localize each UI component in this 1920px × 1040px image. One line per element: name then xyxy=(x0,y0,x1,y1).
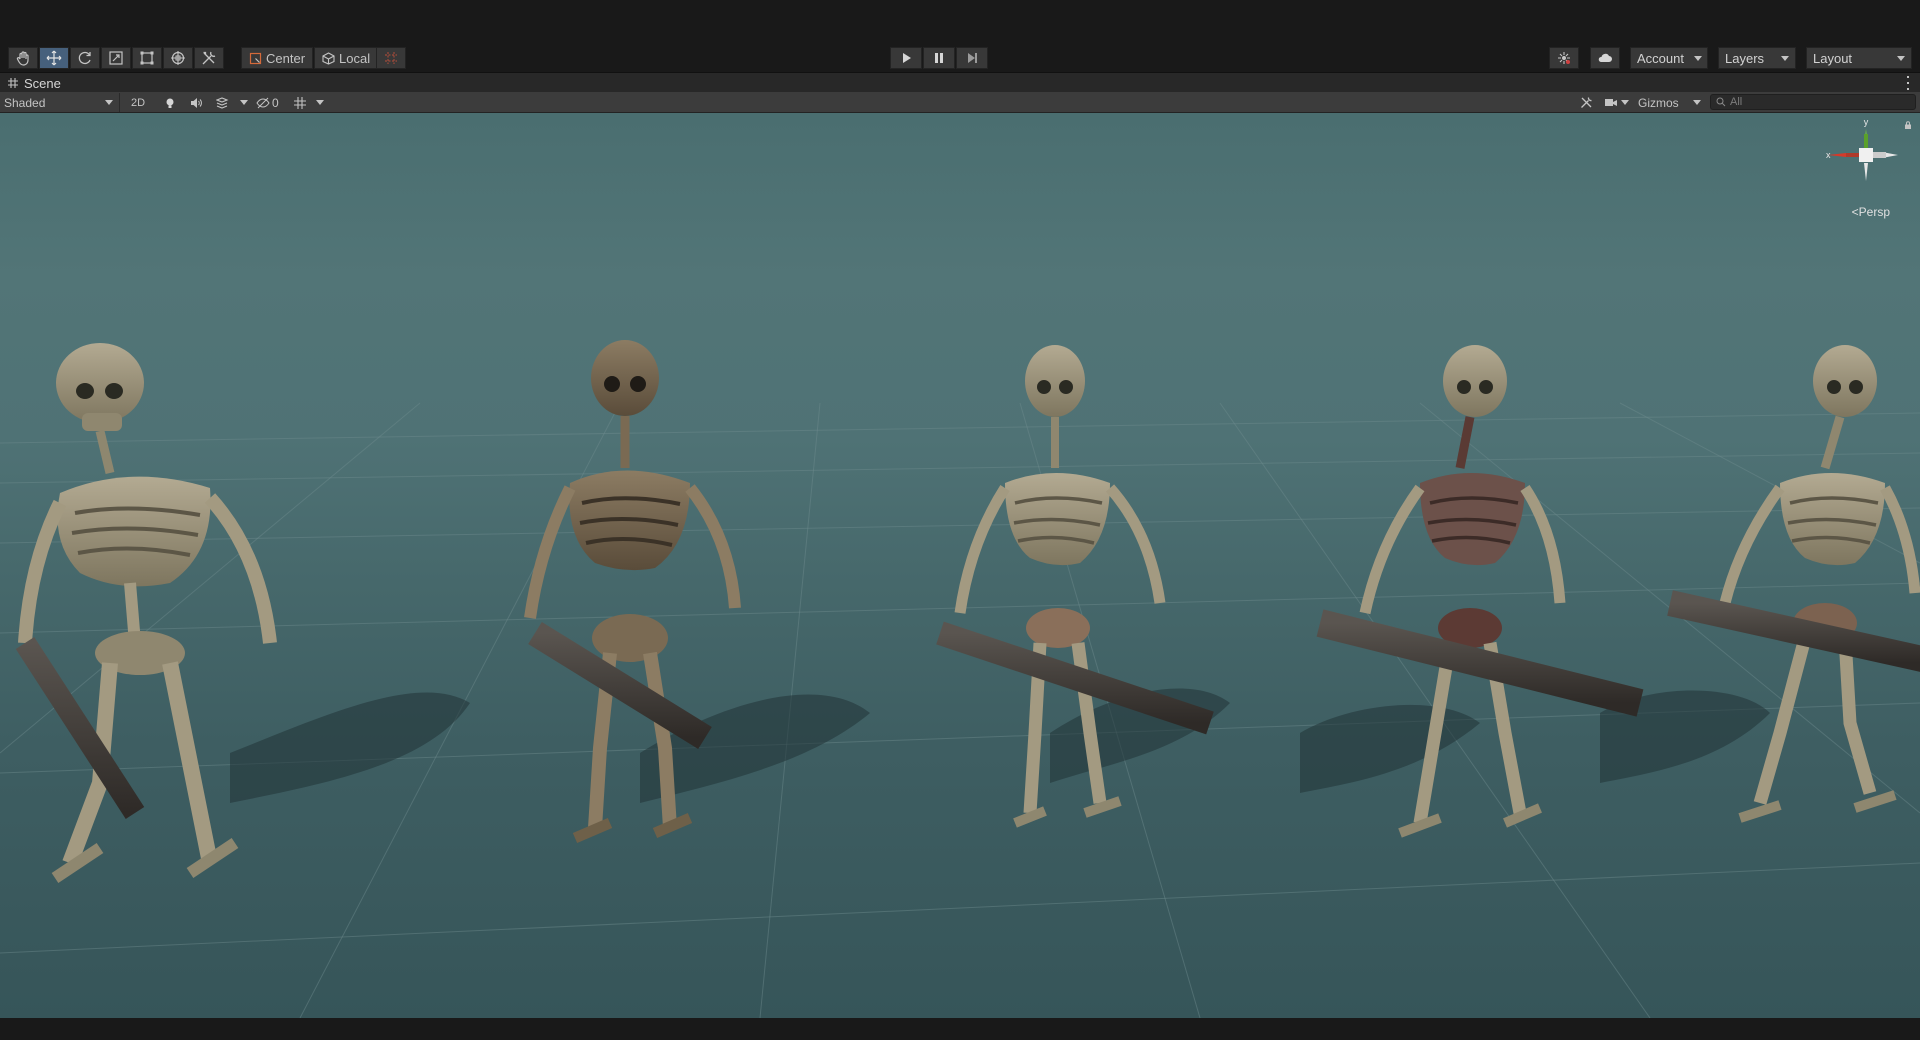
gizmos-dropdown[interactable]: Gizmos xyxy=(1638,93,1701,112)
grid-snap-group xyxy=(376,47,406,69)
move-icon xyxy=(46,50,62,66)
custom-tools-button[interactable] xyxy=(194,47,224,69)
pause-button[interactable] xyxy=(923,47,955,69)
scale-icon xyxy=(109,51,123,65)
mode-2d-label: 2D xyxy=(130,96,146,109)
chevron-down-icon xyxy=(1693,55,1702,61)
hand-tool-button[interactable] xyxy=(8,47,38,69)
grid-visibility-toggle[interactable] xyxy=(288,93,312,112)
speaker-icon xyxy=(191,97,202,108)
layout-dropdown[interactable]: Layout xyxy=(1806,47,1912,69)
scale-tool-button[interactable] xyxy=(101,47,131,69)
effects-icon xyxy=(215,96,228,109)
step-button[interactable] xyxy=(956,47,988,69)
pivot-controls: Center Local xyxy=(241,47,379,69)
layers-label: Layers xyxy=(1725,50,1765,66)
persp-chevron-icon: < xyxy=(1851,205,1859,219)
rotate-icon xyxy=(78,51,91,65)
pivot-space-toggle[interactable]: Local xyxy=(314,47,379,69)
pivot-center-toggle[interactable]: Center xyxy=(241,47,314,69)
layers-dropdown[interactable]: Layers xyxy=(1718,47,1796,69)
scene-grid-icon xyxy=(8,78,18,88)
scene-viewport[interactable]: y x <Persp xyxy=(0,113,1920,1018)
effects-dropdown[interactable] xyxy=(238,93,250,112)
space-label: Local xyxy=(339,50,371,66)
transform-tool-button[interactable] xyxy=(163,47,193,69)
grid-snap-button[interactable] xyxy=(376,47,406,69)
account-dropdown[interactable]: Account xyxy=(1630,47,1708,69)
scene-visibility-toggle[interactable]: 0 xyxy=(256,93,279,112)
pause-icon xyxy=(935,53,943,63)
grid-snap-icon xyxy=(385,52,397,64)
hidden-object-count: 0 xyxy=(272,95,279,110)
status-strip xyxy=(0,1018,1920,1040)
effects-toggle[interactable] xyxy=(210,93,234,112)
rect-tool-button[interactable] xyxy=(132,47,162,69)
scene-render xyxy=(0,340,1920,1018)
transform-icon xyxy=(171,51,185,65)
tab-scene[interactable]: Scene xyxy=(0,73,69,93)
local-space-icon xyxy=(322,51,335,65)
rotate-tool-button[interactable] xyxy=(70,47,100,69)
persp-label: Persp xyxy=(1858,205,1890,219)
projection-toggle[interactable]: <Persp xyxy=(1852,205,1890,219)
collab-icon xyxy=(1558,52,1570,64)
character-shadows xyxy=(230,688,1770,803)
chevron-down-icon xyxy=(1692,100,1701,105)
lighting-toggle[interactable] xyxy=(158,93,182,112)
services-button[interactable] xyxy=(1549,47,1579,69)
tools-icon xyxy=(202,51,216,65)
chevron-down-icon xyxy=(1897,55,1905,61)
chevron-down-icon xyxy=(1781,55,1789,61)
main-toolbar: Center Local Account Layers Layout xyxy=(0,44,1920,72)
step-icon xyxy=(968,53,977,63)
hand-icon xyxy=(16,51,29,66)
chevron-down-icon xyxy=(316,100,324,105)
play-controls xyxy=(890,47,988,69)
light-bulb-icon xyxy=(166,98,174,108)
rect-icon xyxy=(140,51,154,65)
gizmos-label: Gizmos xyxy=(1638,95,1679,110)
grid-dropdown[interactable] xyxy=(314,93,326,112)
cloud-button[interactable] xyxy=(1590,47,1620,69)
pivot-label: Center xyxy=(266,50,306,66)
audio-toggle[interactable] xyxy=(184,93,208,112)
eye-hidden-icon xyxy=(256,97,270,108)
move-tool-button[interactable] xyxy=(39,47,69,69)
layout-label: Layout xyxy=(1813,50,1853,66)
gizmo-y-label: y xyxy=(1864,119,1869,127)
scene-window-header: Scene xyxy=(0,72,1920,93)
lock-icon[interactable] xyxy=(1904,121,1912,129)
chevron-down-icon xyxy=(105,100,113,105)
shading-mode-label: Shaded xyxy=(4,95,46,110)
play-icon xyxy=(903,53,911,63)
search-icon xyxy=(1716,97,1726,107)
pivot-icon xyxy=(249,52,262,64)
scene-toolbar: Shaded 2D 0 Gizmos All xyxy=(0,92,1920,113)
camera-settings-dropdown[interactable] xyxy=(1604,93,1629,112)
shading-mode-dropdown[interactable]: Shaded xyxy=(0,93,120,112)
title-strip xyxy=(0,0,1920,44)
gizmo-x-label: x xyxy=(1826,150,1831,160)
chevron-down-icon xyxy=(1621,100,1629,105)
cloud-icon xyxy=(1598,53,1612,62)
camera-icon xyxy=(1605,99,1617,106)
toggle-2d-button[interactable]: 2D xyxy=(126,93,150,112)
tool-settings-button[interactable] xyxy=(1574,93,1598,112)
hierarchy-search-field[interactable]: All xyxy=(1710,94,1916,110)
account-label: Account xyxy=(1637,50,1684,66)
search-placeholder: All xyxy=(1730,96,1743,108)
window-menu-icon[interactable] xyxy=(1906,76,1910,90)
tools-icon xyxy=(1580,97,1592,108)
scene-tab-label: Scene xyxy=(24,75,61,91)
toolbar-right: Account Layers Layout xyxy=(1549,47,1912,69)
play-button[interactable] xyxy=(890,47,922,69)
grid-icon xyxy=(294,96,306,109)
transform-tools xyxy=(8,47,224,69)
chevron-down-icon xyxy=(240,100,248,105)
orientation-gizmo[interactable]: y x xyxy=(1826,119,1906,219)
